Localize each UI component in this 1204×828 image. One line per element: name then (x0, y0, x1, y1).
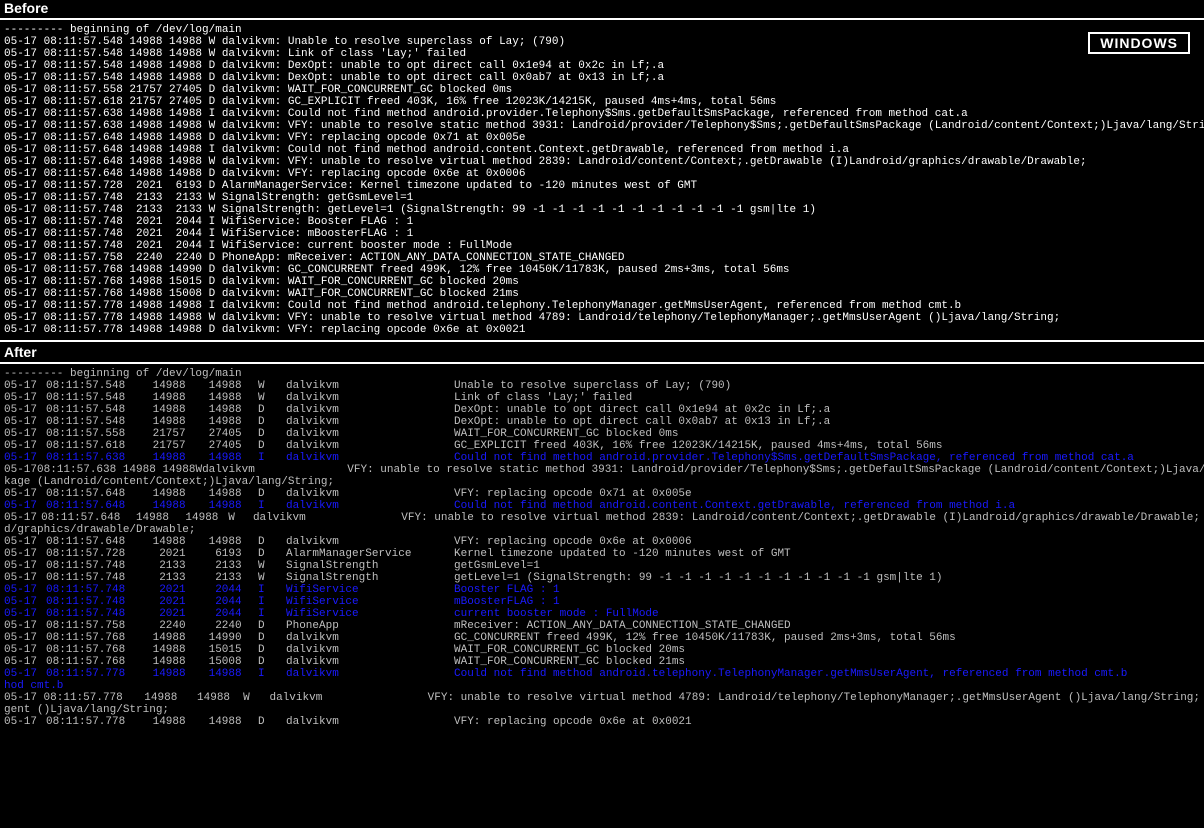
windows-badge: WINDOWS (1088, 32, 1190, 54)
after-log: --------- beginning of /dev/log/main05-1… (0, 366, 1204, 730)
log-line: 05-1708:11:57.728 2021 6193DAlarmManager… (4, 548, 1200, 560)
log-line: 05-1708:11:57.648 14988 14988Wdalvikvm V… (4, 512, 1200, 524)
log-line: 05-17 08:11:57.648 14988 14988 W dalvikv… (4, 156, 1200, 168)
log-line: 05-1708:11:57.778 14988 14988Idalvikvm C… (4, 668, 1200, 680)
log-line: 05-1708:11:57.548 14988 14988Wdalvikvm L… (4, 392, 1200, 404)
after-label: After (0, 344, 1204, 360)
log-line: 05-17 08:11:57.748 2021 2044 I WifiServi… (4, 240, 1200, 252)
log-line: 05-17 08:11:57.558 21757 27405 D dalvikv… (4, 84, 1200, 96)
divider-top (0, 18, 1204, 20)
log-line: 05-1708:11:57.548 14988 14988Wdalvikvm U… (4, 380, 1200, 392)
log-line: 05-1708:11:57.648 14988 14988Ddalvikvm V… (4, 536, 1200, 548)
log-line: 05-17 08:11:57.748 2133 2133 W SignalStr… (4, 192, 1200, 204)
log-line: 05-17 08:11:57.648 14988 14988 D dalvikv… (4, 168, 1200, 180)
log-line: 05-1708:11:57.768 14988 14990Ddalvikvm G… (4, 632, 1200, 644)
log-line: 05-1708:11:57.768 14988 15015Ddalvikvm W… (4, 644, 1200, 656)
log-line: 05-17 08:11:57.638 14988 14988 W dalvikv… (4, 120, 1200, 132)
log-header: --------- beginning of /dev/log/main (4, 368, 1200, 380)
log-line: 05-17 08:11:57.768 14988 15008 D dalvikv… (4, 288, 1200, 300)
log-line: 05-17 08:11:57.748 2133 2133 W SignalStr… (4, 204, 1200, 216)
log-line-wrap: gent ()Ljava/lang/String; (4, 704, 1200, 716)
log-line: 05-17 08:11:57.778 14988 14988 W dalvikv… (4, 312, 1200, 324)
divider-bottom (0, 362, 1204, 364)
log-line: 05-17 08:11:57.748 2021 2044 I WifiServi… (4, 216, 1200, 228)
log-line: 05-1708:11:57.778 14988 14988Wdalvikvm V… (4, 692, 1200, 704)
before-log: --------- beginning of /dev/log/main05-1… (0, 22, 1204, 338)
log-line: 05-17 08:11:57.728 2021 6193 D AlarmMana… (4, 180, 1200, 192)
log-line-wrap: kage (Landroid/content/Context;)Ljava/la… (4, 476, 1200, 488)
log-line: 05-17 08:11:57.648 14988 14988 I dalvikv… (4, 144, 1200, 156)
log-line: 05-1708:11:57.638 14988 14988Idalvikvm C… (4, 452, 1200, 464)
log-line: 05-17 08:11:57.638 14988 14988 I dalvikv… (4, 108, 1200, 120)
log-line: 05-17 08:11:57.768 14988 15015 D dalvikv… (4, 276, 1200, 288)
log-line: 05-1708:11:57.548 14988 14988Ddalvikvm D… (4, 404, 1200, 416)
log-line: 05-17 08:11:57.618 21757 27405 D dalvikv… (4, 96, 1200, 108)
log-line: 05-1708:11:57.558 21757 27405Ddalvikvm W… (4, 428, 1200, 440)
divider-mid (0, 340, 1204, 342)
log-line: --------- beginning of /dev/log/main (4, 24, 1200, 36)
log-line: 05-17 08:11:57.778 14988 14988 I dalvikv… (4, 300, 1200, 312)
log-line: 05-17 08:11:57.748 2021 2044 I WifiServi… (4, 228, 1200, 240)
log-line: 05-1708:11:57.548 14988 14988Ddalvikvm D… (4, 416, 1200, 428)
log-line: 05-1708:11:57.748 2021 2044IWifiService … (4, 608, 1200, 620)
log-line-wrap: hod cmt.b (4, 680, 1200, 692)
log-line: 05-1708:11:57.748 2021 2044IWifiService … (4, 584, 1200, 596)
log-line: 05-1708:11:57.648 14988 14988Idalvikvm C… (4, 500, 1200, 512)
log-line: 05-1708:11:57.638 14988 14988Wdalvikvm V… (4, 464, 1200, 476)
log-line: 05-17 08:11:57.768 14988 14990 D dalvikv… (4, 264, 1200, 276)
log-line: 05-1708:11:57.748 2021 2044IWifiService … (4, 596, 1200, 608)
log-line: 05-17 08:11:57.648 14988 14988 D dalvikv… (4, 132, 1200, 144)
log-line: 05-17 08:11:57.548 14988 14988 D dalvikv… (4, 72, 1200, 84)
log-line: 05-1708:11:57.648 14988 14988Ddalvikvm V… (4, 488, 1200, 500)
log-line: 05-1708:11:57.618 21757 27405Ddalvikvm G… (4, 440, 1200, 452)
before-label: Before (0, 0, 1204, 16)
log-line: 05-17 08:11:57.548 14988 14988 D dalvikv… (4, 60, 1200, 72)
log-line: 05-17 08:11:57.758 2240 2240 D PhoneApp:… (4, 252, 1200, 264)
log-line: 05-17 08:11:57.778 14988 14988 D dalvikv… (4, 324, 1200, 336)
log-line: 05-1708:11:57.748 2133 2133WSignalStreng… (4, 560, 1200, 572)
log-line: 05-17 08:11:57.548 14988 14988 W dalvikv… (4, 48, 1200, 60)
log-line: 05-1708:11:57.748 2133 2133WSignalStreng… (4, 572, 1200, 584)
log-line: 05-1708:11:57.768 14988 15008Ddalvikvm W… (4, 656, 1200, 668)
log-line: 05-1708:11:57.758 2240 2240DPhoneApp mRe… (4, 620, 1200, 632)
log-line: 05-17 08:11:57.548 14988 14988 W dalvikv… (4, 36, 1200, 48)
log-line-wrap: d/graphics/drawable/Drawable; (4, 524, 1200, 536)
log-line: 05-1708:11:57.778 14988 14988Ddalvikvm V… (4, 716, 1200, 728)
